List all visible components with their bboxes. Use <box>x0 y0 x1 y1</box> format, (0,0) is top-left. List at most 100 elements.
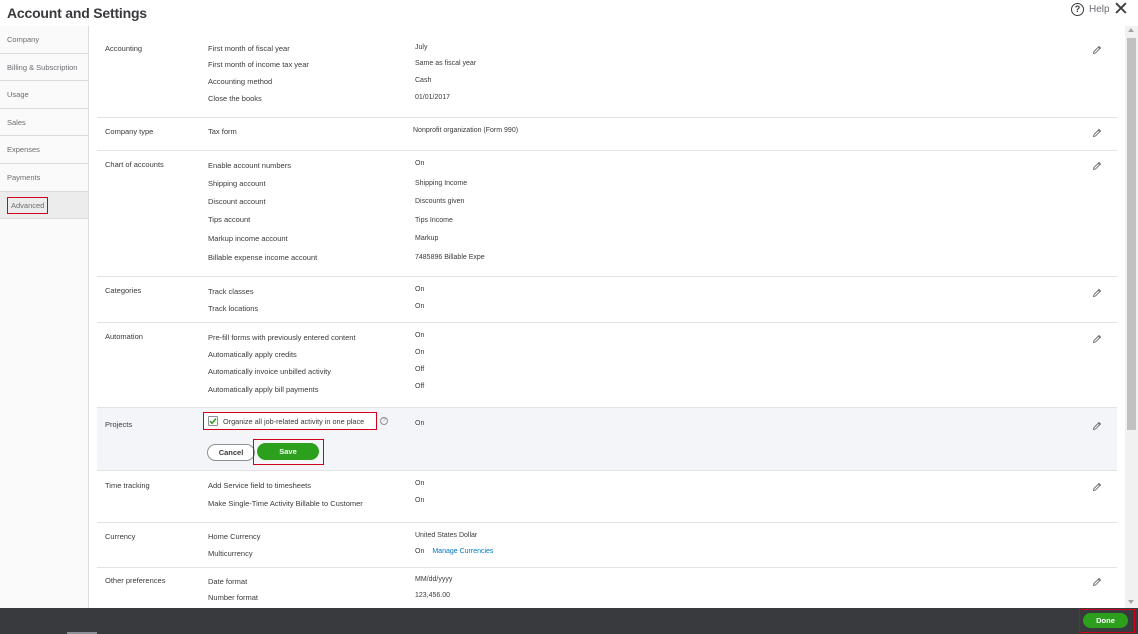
row-value: United States Dollar <box>415 532 478 539</box>
scroll-up-arrow-icon[interactable] <box>1128 28 1134 32</box>
header: Account and Settings ? Help ✕ <box>0 0 1138 26</box>
row-value: MM/dd/yyyy <box>415 576 453 583</box>
row-label: Close the books <box>208 94 262 103</box>
done-button-highlight: Done <box>1079 609 1135 633</box>
row-value: On <box>415 420 425 427</box>
row-label: Pre-fill forms with previously entered c… <box>208 333 356 342</box>
row-label: Enable account numbers <box>208 161 291 170</box>
section-title: Automation <box>105 332 143 341</box>
pencil-icon[interactable] <box>1092 45 1102 55</box>
row-value: Nonprofit organization (Form 990) <box>413 127 519 134</box>
checkmark-icon <box>209 418 217 425</box>
info-icon[interactable]: ? <box>380 417 388 425</box>
pencil-icon[interactable] <box>1092 288 1102 298</box>
row-label: Add Service field to timesheets <box>208 481 311 490</box>
projects-option[interactable]: Organize all job-related activity in one… <box>203 412 377 430</box>
row-value: Tips Income <box>415 217 453 224</box>
row-value: On <box>415 303 425 310</box>
row-label: Automatically invoice unbilled activity <box>208 367 331 376</box>
sidebar-item-advanced[interactable]: Advanced <box>0 191 88 220</box>
section-chart-of-accounts: Chart of accounts Enable account numbers… <box>97 151 1117 277</box>
row-label: Track classes <box>208 287 254 296</box>
sidebar-item-label: Expenses <box>7 145 40 155</box>
sidebar-item-payments[interactable]: Payments <box>0 163 88 192</box>
section-other-preferences: Other preferences Date format MM/dd/yyyy… <box>97 568 1117 608</box>
pencil-icon[interactable] <box>1092 128 1102 138</box>
sidebar-item-label: Advanced <box>7 196 49 214</box>
row-value: July <box>415 44 428 51</box>
sidebar-item-sales[interactable]: Sales <box>0 108 88 137</box>
help-button[interactable]: ? Help <box>1071 3 1110 16</box>
close-icon[interactable]: ✕ <box>1113 0 1129 19</box>
row-value: On <box>415 497 425 504</box>
organize-projects-checkbox[interactable] <box>208 416 218 426</box>
row-label: Tips account <box>208 215 251 224</box>
row-value: Shipping Income <box>415 180 468 187</box>
sidebar-item-label: Company <box>7 35 40 44</box>
row-label: Make Single-Time Activity Billable to Cu… <box>208 499 363 508</box>
pencil-icon[interactable] <box>1092 577 1102 587</box>
row-value: Off <box>415 366 425 373</box>
sidebar-item-usage[interactable]: Usage <box>0 81 88 109</box>
row-label: Number format <box>208 593 259 602</box>
sidebar-item-expenses[interactable]: Expenses <box>0 136 88 164</box>
row-value: On <box>415 548 425 555</box>
row-label: Billable expense income account <box>208 253 318 262</box>
save-button-highlight: Save <box>253 439 324 465</box>
footer-bar: Done <box>0 608 1138 634</box>
checkbox-label: Organize all job-related activity in one… <box>223 416 365 426</box>
pencil-icon[interactable] <box>1092 482 1102 492</box>
sidebar-item-company[interactable]: Company <box>0 26 88 54</box>
section-title: Company type <box>105 127 154 136</box>
row-value: On <box>415 349 425 356</box>
multicurrency-value: On Manage Currencies <box>415 548 493 555</box>
row-value: Markup <box>415 235 439 242</box>
section-title: Chart of accounts <box>105 160 164 169</box>
scroll-thumb[interactable] <box>1127 38 1136 430</box>
sidebar-item-label: Payments <box>7 172 41 182</box>
cancel-button[interactable]: Cancel <box>207 444 255 461</box>
manage-currencies-link[interactable]: Manage Currencies <box>432 548 493 555</box>
help-label: Help <box>1089 4 1110 15</box>
row-value: On <box>415 160 425 167</box>
section-time-tracking: Time tracking Add Service field to times… <box>97 471 1117 523</box>
page-title: Account and Settings <box>7 5 147 21</box>
pencil-icon[interactable] <box>1092 421 1102 431</box>
section-title: Other preferences <box>105 576 166 585</box>
row-label: First month of income tax year <box>208 60 309 69</box>
row-value: Discounts given <box>415 198 465 205</box>
save-button[interactable]: Save <box>257 443 319 460</box>
row-value: 01/01/2017 <box>415 94 451 101</box>
section-title: Categories <box>105 286 142 295</box>
settings-sidebar: Company Billing & Subscription Usage Sal… <box>0 26 89 608</box>
row-label: Track locations <box>208 304 259 313</box>
row-value: On <box>415 480 425 487</box>
row-label: Home Currency <box>208 532 261 541</box>
section-title: Projects <box>105 420 133 429</box>
row-value: 123,456.00 <box>415 592 451 599</box>
section-company-type: Company type Tax form Nonprofit organiza… <box>97 118 1117 151</box>
row-value: Cash <box>415 77 432 84</box>
sidebar-item-billing-subscription[interactable]: Billing & Subscription <box>0 53 88 82</box>
row-label: First month of fiscal year <box>208 44 290 53</box>
vertical-scrollbar[interactable] <box>1125 26 1138 608</box>
section-automation: Automation Pre-fill forms with previousl… <box>97 323 1117 408</box>
section-categories: Categories Track classes On Track locati… <box>97 277 1117 323</box>
row-value: Same as fiscal year <box>415 60 477 67</box>
section-title: Time tracking <box>105 481 150 490</box>
row-value: Off <box>415 383 425 390</box>
sidebar-item-label: Sales <box>7 117 26 127</box>
row-label: Multicurrency <box>208 549 253 558</box>
row-label: Discount account <box>208 197 266 206</box>
row-label: Automatically apply credits <box>208 350 297 359</box>
scroll-down-arrow-icon[interactable] <box>1128 600 1134 604</box>
help-icon: ? <box>1071 3 1084 16</box>
row-label: Accounting method <box>208 77 273 86</box>
row-label: Markup income account <box>208 234 288 243</box>
row-label: Shipping account <box>208 179 266 188</box>
section-projects: Projects Organize all job-related activi… <box>97 408 1117 471</box>
pencil-icon[interactable] <box>1092 334 1102 344</box>
section-accounting: Accounting First month of fiscal year Ju… <box>97 26 1117 118</box>
pencil-icon[interactable] <box>1092 161 1102 171</box>
done-button[interactable]: Done <box>1083 613 1128 628</box>
